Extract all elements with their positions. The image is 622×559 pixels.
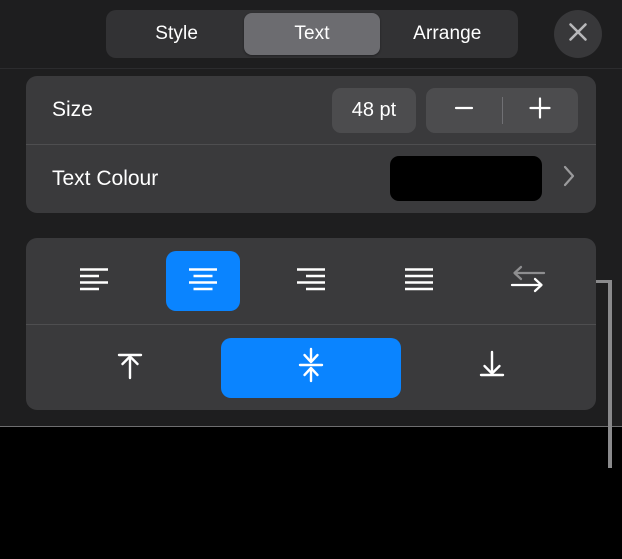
text-attributes-group: Size 48 pt Text Colour bbox=[26, 76, 596, 213]
size-increment-button[interactable] bbox=[502, 88, 578, 133]
align-bottom-button[interactable] bbox=[401, 338, 582, 398]
tab-style-label: Style bbox=[155, 23, 199, 44]
align-top-icon bbox=[113, 348, 147, 387]
size-stepper bbox=[426, 87, 578, 133]
horizontal-alignment-row bbox=[26, 238, 596, 324]
align-right-button[interactable] bbox=[274, 251, 348, 311]
alignment-group bbox=[26, 238, 596, 410]
minus-icon bbox=[452, 96, 476, 125]
size-value-text: 48 pt bbox=[351, 98, 397, 121]
chevron-right-icon bbox=[561, 163, 577, 194]
tab-arrange[interactable]: Arrange bbox=[380, 13, 515, 55]
size-label: Size bbox=[52, 98, 93, 121]
align-justify-icon bbox=[401, 264, 437, 299]
tab-text[interactable]: Text bbox=[244, 13, 380, 55]
text-colour-row[interactable]: Text Colour bbox=[26, 144, 596, 212]
edge-guide-line bbox=[608, 280, 612, 468]
tab-arrange-label: Arrange bbox=[413, 23, 482, 44]
segmented-control: Style Text Arrange bbox=[106, 10, 518, 58]
align-justify-button[interactable] bbox=[382, 251, 456, 311]
align-right-icon bbox=[293, 264, 329, 299]
align-center-button[interactable] bbox=[165, 251, 240, 311]
size-row: Size 48 pt bbox=[26, 76, 596, 144]
plus-icon bbox=[527, 95, 553, 126]
text-direction-button[interactable] bbox=[491, 251, 565, 311]
close-button[interactable] bbox=[554, 10, 602, 58]
close-icon bbox=[565, 19, 591, 50]
align-middle-icon bbox=[294, 346, 328, 389]
text-colour-label: Text Colour bbox=[52, 166, 159, 190]
tab-style[interactable]: Style bbox=[109, 13, 244, 55]
size-value-field[interactable]: 48 pt bbox=[332, 87, 416, 133]
panel-toolbar: Style Text Arrange bbox=[0, 0, 622, 69]
tab-text-label: Text bbox=[294, 23, 330, 44]
align-top-button[interactable] bbox=[40, 338, 221, 398]
vertical-alignment-row bbox=[26, 324, 596, 410]
text-colour-disclosure-button[interactable] bbox=[560, 163, 578, 194]
text-colour-swatch[interactable] bbox=[390, 156, 542, 201]
align-bottom-icon bbox=[475, 348, 509, 387]
text-direction-icon bbox=[508, 262, 548, 301]
align-left-button[interactable] bbox=[57, 251, 131, 311]
align-center-icon bbox=[185, 264, 221, 299]
size-decrement-button[interactable] bbox=[426, 88, 502, 133]
align-middle-button[interactable] bbox=[220, 337, 402, 398]
align-left-icon bbox=[76, 264, 112, 299]
text-format-panel: Style Text Arrange Size 48 pt Text Colou… bbox=[0, 0, 622, 427]
